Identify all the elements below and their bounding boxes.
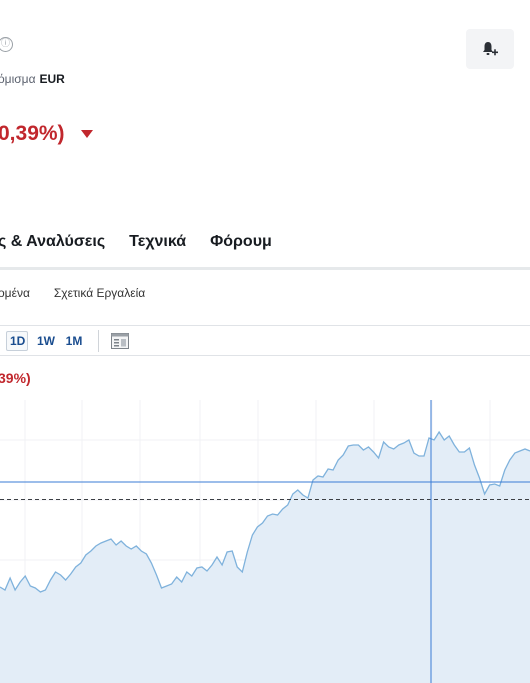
down-arrow-icon	[81, 130, 93, 138]
price-chart[interactable]	[0, 400, 530, 683]
range-1w-button[interactable]: 1W	[34, 331, 58, 351]
toolbar-separator	[98, 330, 99, 352]
price-area-fill	[0, 432, 530, 683]
chart-change-label: 39%)	[0, 370, 31, 386]
info-icon[interactable]: ⓘ	[0, 37, 13, 52]
tab-forum[interactable]: Φόρουμ	[210, 233, 272, 251]
tab-news-analysis[interactable]: ς & Αναλύσεις	[0, 233, 105, 251]
chart-type-icon[interactable]	[110, 331, 130, 351]
range-1d-button[interactable]: 1D	[6, 331, 28, 351]
currency-code: EUR	[39, 72, 65, 86]
tabs-divider	[0, 267, 530, 270]
price-change-percent: 0,39%)	[0, 122, 65, 145]
main-tabs: ς & Αναλύσεις Τεχνικά Φόρουμ	[0, 233, 296, 251]
currency-label-text: όμισμα	[0, 72, 36, 86]
range-1m-button[interactable]: 1M	[62, 331, 86, 351]
toolbar-divider-top	[0, 325, 530, 326]
currency-label: όμισμα EUR	[0, 72, 65, 86]
add-alert-button[interactable]	[466, 29, 514, 69]
tab-technical[interactable]: Τεχνικά	[129, 233, 186, 251]
toolbar-divider-bottom	[0, 355, 530, 356]
bell-plus-icon	[483, 42, 498, 56]
sub-tabs: ομένα Σχετικά Εργαλεία	[0, 286, 169, 300]
subtab-related-tools[interactable]: Σχετικά Εργαλεία	[54, 286, 145, 300]
subtab-data[interactable]: ομένα	[0, 286, 30, 300]
